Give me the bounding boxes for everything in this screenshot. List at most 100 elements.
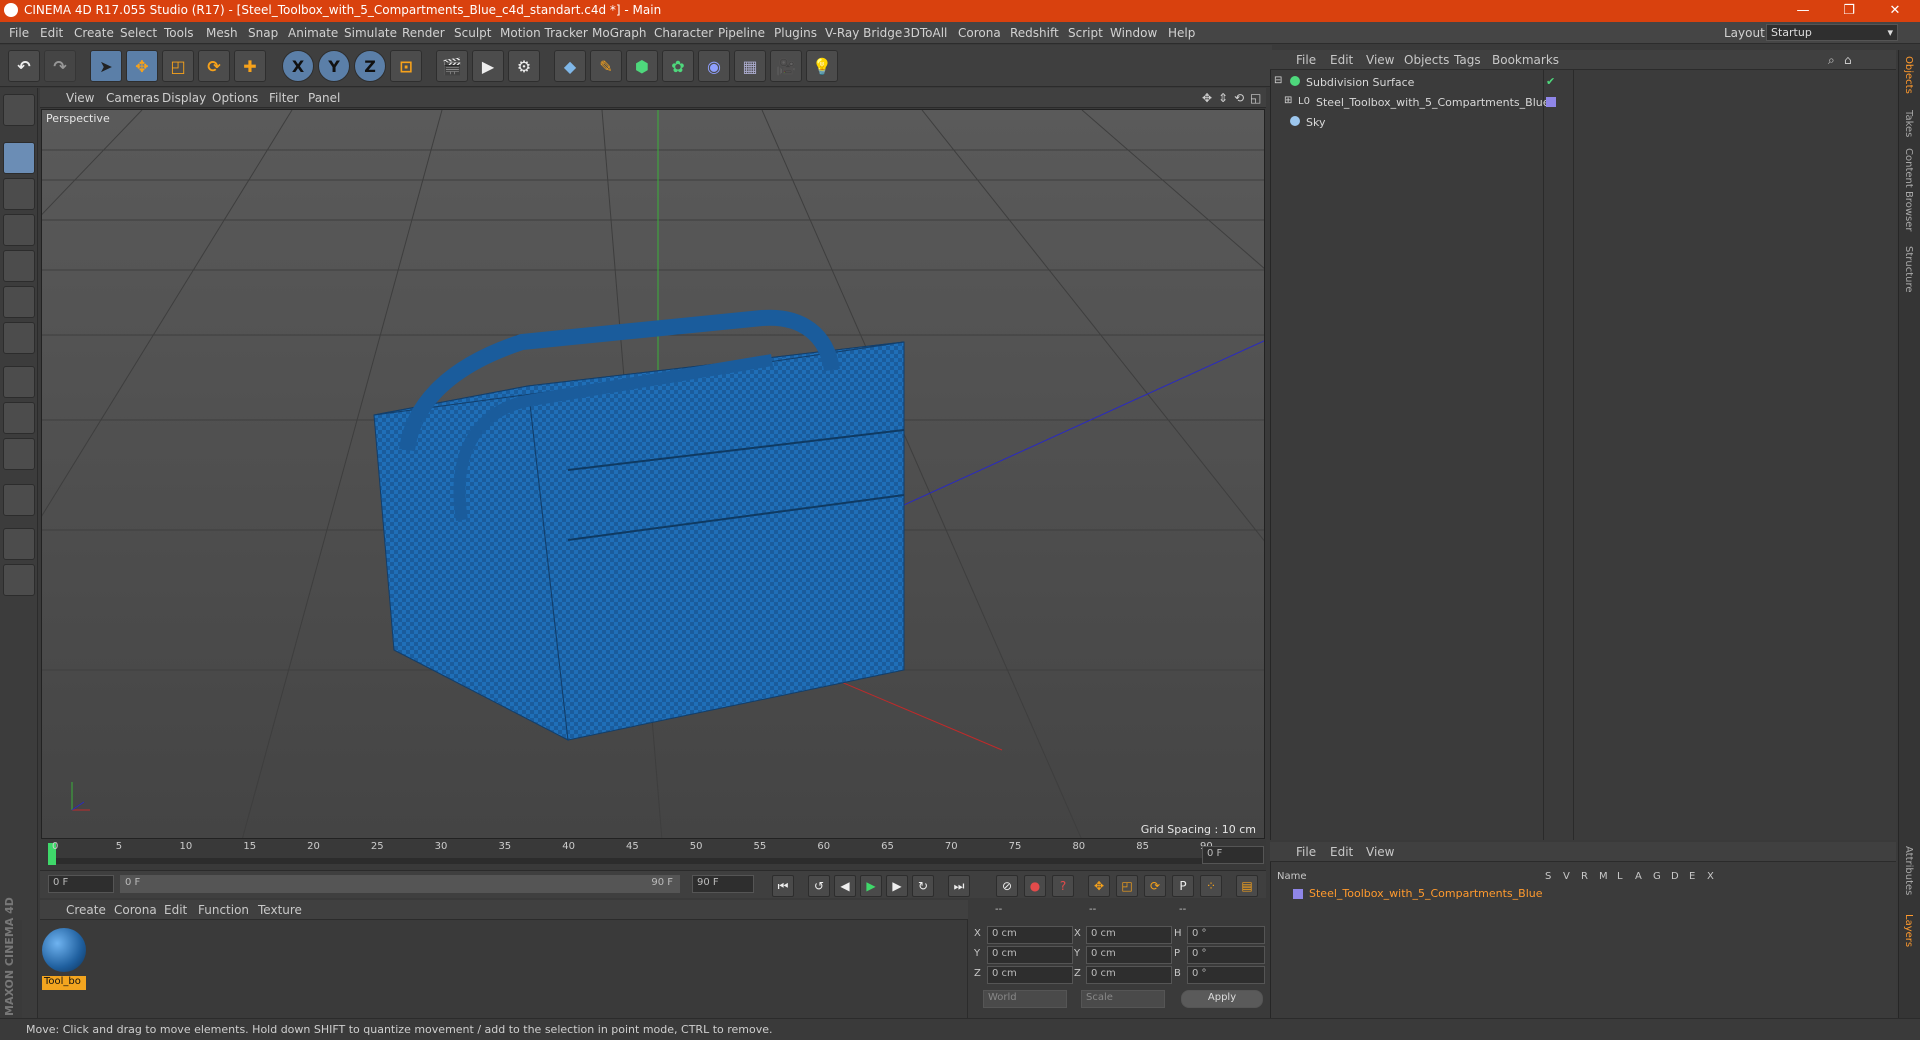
- layer-name[interactable]: Steel_Toolbox_with_5_Compartments_Blue: [1309, 887, 1543, 900]
- autokey-button[interactable]: ●: [1024, 875, 1046, 897]
- object-menu-file[interactable]: File: [1296, 53, 1316, 67]
- axis-x-button[interactable]: X: [282, 50, 314, 82]
- render-view-button[interactable]: 🎬: [436, 50, 468, 82]
- tweak-mode-button[interactable]: [3, 402, 35, 434]
- menu-create[interactable]: Create: [74, 26, 114, 40]
- tab-attributes[interactable]: Attributes: [1903, 846, 1914, 895]
- tab-takes[interactable]: Takes: [1903, 110, 1914, 137]
- menu-sculpt[interactable]: Sculpt: [454, 26, 491, 40]
- workplane-mode-button[interactable]: [3, 214, 35, 246]
- select-tool-button[interactable]: ➤: [90, 50, 122, 82]
- key-scale-button[interactable]: ◰: [1116, 875, 1138, 897]
- rotation-p-field[interactable]: 0 °: [1187, 946, 1265, 964]
- record-keys-button[interactable]: ⊘: [996, 875, 1018, 897]
- menu-mesh[interactable]: Mesh: [206, 26, 238, 40]
- menu-redshift[interactable]: Redshift: [1010, 26, 1059, 40]
- light-button[interactable]: 💡: [806, 50, 838, 82]
- deformer-button[interactable]: ◉: [698, 50, 730, 82]
- redo-button[interactable]: ↷: [44, 50, 76, 82]
- layer-flag-r[interactable]: R: [1581, 871, 1588, 882]
- menu-animate[interactable]: Animate: [288, 26, 338, 40]
- menu-snap[interactable]: Snap: [248, 26, 278, 40]
- close-button[interactable]: ✕: [1872, 0, 1918, 22]
- material-menu-corona[interactable]: Corona: [114, 903, 157, 917]
- menu-vray-bridge[interactable]: V-Ray Bridge: [825, 26, 902, 40]
- object-row-subdivision[interactable]: ⊟ Subdivision Surface ✔: [1272, 74, 1555, 92]
- material-name[interactable]: Tool_bo: [42, 976, 86, 990]
- subdivision-button[interactable]: ⬢: [626, 50, 658, 82]
- rotate-view-icon[interactable]: ⟲: [1234, 91, 1244, 105]
- collapse-icon[interactable]: ⊟: [1274, 75, 1282, 86]
- menu-script[interactable]: Script: [1068, 26, 1103, 40]
- object-row-sky[interactable]: Sky: [1272, 114, 1540, 132]
- timeline-window-button[interactable]: ▤: [1236, 875, 1258, 897]
- layer-menu-edit[interactable]: Edit: [1330, 845, 1353, 859]
- position-y-field[interactable]: 0 cm: [987, 946, 1073, 964]
- camera-button[interactable]: 🎥: [770, 50, 802, 82]
- keyframe-selection-button[interactable]: ?: [1052, 875, 1074, 897]
- layer-flag-l[interactable]: L: [1617, 871, 1623, 882]
- maximize-view-icon[interactable]: ◱: [1250, 91, 1261, 105]
- expand-icon[interactable]: ⊞: [1284, 95, 1292, 106]
- go-to-end-button[interactable]: ⏭: [948, 875, 970, 897]
- menu-mograph[interactable]: MoGraph: [592, 26, 647, 40]
- spline-pen-button[interactable]: ✎: [590, 50, 622, 82]
- menu-help[interactable]: Help: [1168, 26, 1195, 40]
- scale-tool-button[interactable]: ◰: [162, 50, 194, 82]
- menu-plugins[interactable]: Plugins: [774, 26, 817, 40]
- position-z-field[interactable]: 0 cm: [987, 966, 1073, 984]
- tab-structure[interactable]: Structure: [1903, 246, 1914, 293]
- timeline-track[interactable]: [48, 858, 1208, 864]
- size-y-field[interactable]: 0 cm: [1086, 946, 1172, 964]
- axis-mode-button[interactable]: [3, 366, 35, 398]
- viewport-menu-panel[interactable]: Panel: [308, 91, 340, 105]
- object-menu-view[interactable]: View: [1366, 53, 1394, 67]
- recent-tool-button[interactable]: ✚: [234, 50, 266, 82]
- cube-button[interactable]: ◆: [554, 50, 586, 82]
- layer-flag-v[interactable]: V: [1563, 871, 1570, 882]
- menu-window[interactable]: Window: [1110, 26, 1157, 40]
- viewport-menu-view[interactable]: View: [66, 91, 94, 105]
- rotation-h-field[interactable]: 0 °: [1187, 926, 1265, 944]
- scale-dropdown[interactable]: Scale: [1081, 990, 1165, 1008]
- previous-frame-button[interactable]: ◀: [834, 875, 856, 897]
- layer-flag-a[interactable]: A: [1635, 871, 1642, 882]
- coordinate-system-button[interactable]: ⊡: [390, 50, 422, 82]
- points-mode-button[interactable]: [3, 250, 35, 282]
- render-picture-viewer-button[interactable]: ▶: [472, 50, 504, 82]
- home-icon[interactable]: ⌂: [1844, 53, 1852, 67]
- planar-workplane-button[interactable]: [3, 564, 35, 596]
- material-menu-function[interactable]: Function: [198, 903, 249, 917]
- key-rotation-button[interactable]: ⟳: [1144, 875, 1166, 897]
- lock-workplane-button[interactable]: [3, 528, 35, 560]
- previous-key-button[interactable]: ↺: [808, 875, 830, 897]
- layer-flag-g[interactable]: G: [1653, 871, 1661, 882]
- axis-y-button[interactable]: Y: [318, 50, 350, 82]
- menu-edit[interactable]: Edit: [40, 26, 63, 40]
- tab-objects[interactable]: Objects: [1903, 56, 1914, 94]
- menu-corona[interactable]: Corona: [958, 26, 1001, 40]
- minimize-button[interactable]: —: [1780, 0, 1826, 22]
- axis-z-button[interactable]: Z: [354, 50, 386, 82]
- key-pla-button[interactable]: ⁘: [1200, 875, 1222, 897]
- menu-motion-tracker[interactable]: Motion Tracker: [500, 26, 588, 40]
- snap-button[interactable]: [3, 484, 35, 516]
- tab-layers[interactable]: Layers: [1903, 914, 1914, 947]
- make-editable-button[interactable]: [3, 94, 35, 126]
- material-ball-icon[interactable]: [42, 928, 86, 972]
- world-dropdown[interactable]: World: [983, 990, 1067, 1008]
- viewport-menu-filter[interactable]: Filter: [269, 91, 299, 105]
- mograph-cloner-button[interactable]: ✿: [662, 50, 694, 82]
- viewport-menu-display[interactable]: Display: [162, 91, 206, 105]
- menu-select[interactable]: Select: [120, 26, 157, 40]
- menu-simulate[interactable]: Simulate: [344, 26, 397, 40]
- position-x-field[interactable]: 0 cm: [987, 926, 1073, 944]
- layer-menu-file[interactable]: File: [1296, 845, 1316, 859]
- undo-button[interactable]: ↶: [8, 50, 40, 82]
- material-menu-create[interactable]: Create: [66, 903, 106, 917]
- menu-tools[interactable]: Tools: [164, 26, 194, 40]
- key-position-button[interactable]: ✥: [1088, 875, 1110, 897]
- menu-pipeline[interactable]: Pipeline: [718, 26, 765, 40]
- restore-button[interactable]: ❐: [1826, 0, 1872, 22]
- key-param-button[interactable]: P: [1172, 875, 1194, 897]
